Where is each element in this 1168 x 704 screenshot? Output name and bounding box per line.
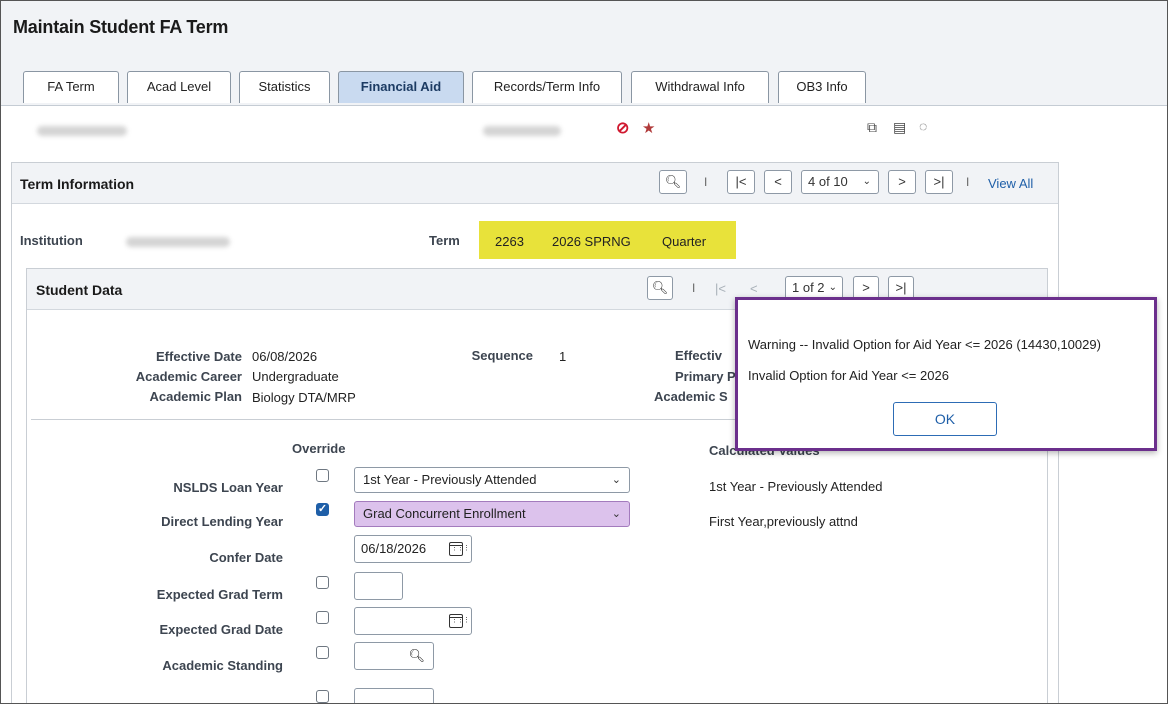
next-override-checkbox[interactable] [316, 690, 329, 703]
page-title: Maintain Student FA Term [13, 17, 229, 37]
nslds-loan-year-label: NSLDS Loan Year [173, 480, 283, 495]
confer-date-label: Confer Date [209, 550, 283, 565]
favorite-star-icon[interactable]: ★ [642, 119, 655, 137]
page-header: Maintain Student FA Term [1, 1, 1167, 50]
nslds-override-checkbox[interactable] [316, 469, 329, 482]
academic-standing-label: Academic Standing [162, 658, 283, 673]
view-all-link[interactable]: View All [988, 176, 1033, 191]
direct-lending-calculated-value: First Year,previously attnd [709, 514, 858, 529]
confer-date-input[interactable]: 06/18/2026 [354, 535, 472, 563]
tab-bar: FA Term Acad Level Statistics Financial … [1, 49, 1167, 106]
chevron-down-icon: ⌄ [611, 474, 621, 486]
warning-dialog: Warning -- Invalid Option for Aid Year <… [735, 297, 1157, 451]
term-name: 2026 SPRNG [552, 234, 631, 249]
calendar-icon[interactable] [449, 542, 469, 556]
search-icon: 🔍︎ [651, 280, 669, 295]
app-frame: Maintain Student FA Term FA Term Acad Le… [0, 0, 1168, 704]
next-input[interactable] [354, 688, 434, 703]
override-header: Override [292, 441, 346, 456]
related-content-icon[interactable]: ⧉ [867, 119, 877, 136]
search-button[interactable]: 🔍︎ [659, 170, 687, 194]
student-info-bar: x x ⊘ ★ ⧉ ▤ ◌ [1, 106, 1167, 156]
academic-standing-input[interactable]: 🔍︎ [354, 642, 434, 670]
previous-button[interactable]: < [764, 170, 792, 194]
warning-message-line1: Warning -- Invalid Option for Aid Year <… [748, 337, 1101, 352]
academic-career-value: Undergraduate [252, 369, 339, 384]
comment-icon[interactable]: ◌ [919, 118, 927, 134]
chevron-down-icon: ⌄ [611, 508, 621, 520]
sequence-label: Sequence [471, 348, 533, 363]
student-id-redacted: x [483, 126, 561, 136]
search-icon[interactable]: 🔍︎ [408, 643, 425, 669]
ok-button[interactable]: OK [893, 402, 997, 436]
term-information-title: Term Information [20, 176, 135, 192]
calendar-icon[interactable] [449, 614, 469, 628]
effective-date-value: 06/08/2026 [252, 349, 318, 364]
expected-grad-term-override-checkbox[interactable] [316, 576, 329, 589]
direct-lending-year-select[interactable]: Grad Concurrent Enrollment ⌄ [354, 501, 630, 527]
notepad-icon[interactable]: ▤ [893, 119, 906, 136]
term-highlight: 2263 2026 SPRNG Quarter [479, 221, 736, 259]
academic-plan-value: Biology DTA/MRP [252, 390, 356, 405]
tab-withdrawal-info[interactable]: Withdrawal Info [631, 71, 769, 103]
tab-records-term-info[interactable]: Records/Term Info [472, 71, 622, 103]
chevron-down-icon: ⌄ [828, 282, 837, 293]
academic-career-label: Academic Career [135, 369, 242, 384]
sequence-value: 1 [559, 349, 567, 364]
tab-statistics[interactable]: Statistics [239, 71, 330, 103]
direct-lending-override-checkbox[interactable]: ✓ [316, 503, 329, 516]
academic-plan-label: Academic Plan [149, 389, 243, 404]
primary-label-partial: Primary P [675, 369, 736, 384]
term-information-header: Term Information 🔍︎ I |< < 4 of 10 ⌄ > >|… [12, 163, 1058, 204]
institution-value-redacted: x [126, 237, 230, 247]
row-counter-select[interactable]: 4 of 10 ⌄ [801, 170, 879, 194]
expected-grad-date-override-checkbox[interactable] [316, 611, 329, 624]
last-button[interactable]: >| [925, 170, 953, 194]
expected-grad-date-input[interactable] [354, 607, 472, 635]
nslds-calculated-value: 1st Year - Previously Attended [709, 479, 883, 494]
term-code: 2263 [495, 234, 524, 249]
expected-grad-term-input[interactable] [354, 572, 403, 600]
nslds-loan-year-select[interactable]: 1st Year - Previously Attended ⌄ [354, 467, 630, 493]
student-name-redacted: x [37, 126, 127, 136]
expected-grad-term-label: Expected Grad Term [156, 587, 283, 602]
first-button[interactable]: |< [727, 170, 755, 194]
error-icon[interactable]: ⊘ [616, 118, 629, 138]
warning-message-line2: Invalid Option for Aid Year <= 2026 [748, 368, 949, 383]
expected-grad-date-label: Expected Grad Date [159, 622, 283, 637]
search-icon: 🔍︎ [664, 174, 682, 189]
tab-financial-aid[interactable]: Financial Aid [338, 71, 464, 103]
academic-standing-override-checkbox[interactable] [316, 646, 329, 659]
tab-fa-term[interactable]: FA Term [23, 71, 119, 103]
term-label: Term [429, 233, 460, 248]
term-type: Quarter [662, 234, 707, 249]
student-data-title: Student Data [36, 282, 123, 298]
institution-label: Institution [20, 233, 83, 248]
previous-disabled-button: < [750, 281, 758, 296]
next-button[interactable]: > [888, 170, 916, 194]
tab-acad-level[interactable]: Acad Level [127, 71, 231, 103]
effective-label-partial: Effectiv [675, 348, 722, 363]
direct-lending-year-label: Direct Lending Year [161, 514, 283, 529]
tab-ob3-info[interactable]: OB3 Info [778, 71, 866, 103]
first-disabled-button: |< [715, 281, 726, 296]
search-button-student[interactable]: 🔍︎ [647, 276, 673, 300]
effective-date-label: Effective Date [156, 349, 242, 364]
academic-s-label-partial: Academic S [654, 389, 728, 404]
chevron-down-icon: ⌄ [862, 176, 871, 187]
